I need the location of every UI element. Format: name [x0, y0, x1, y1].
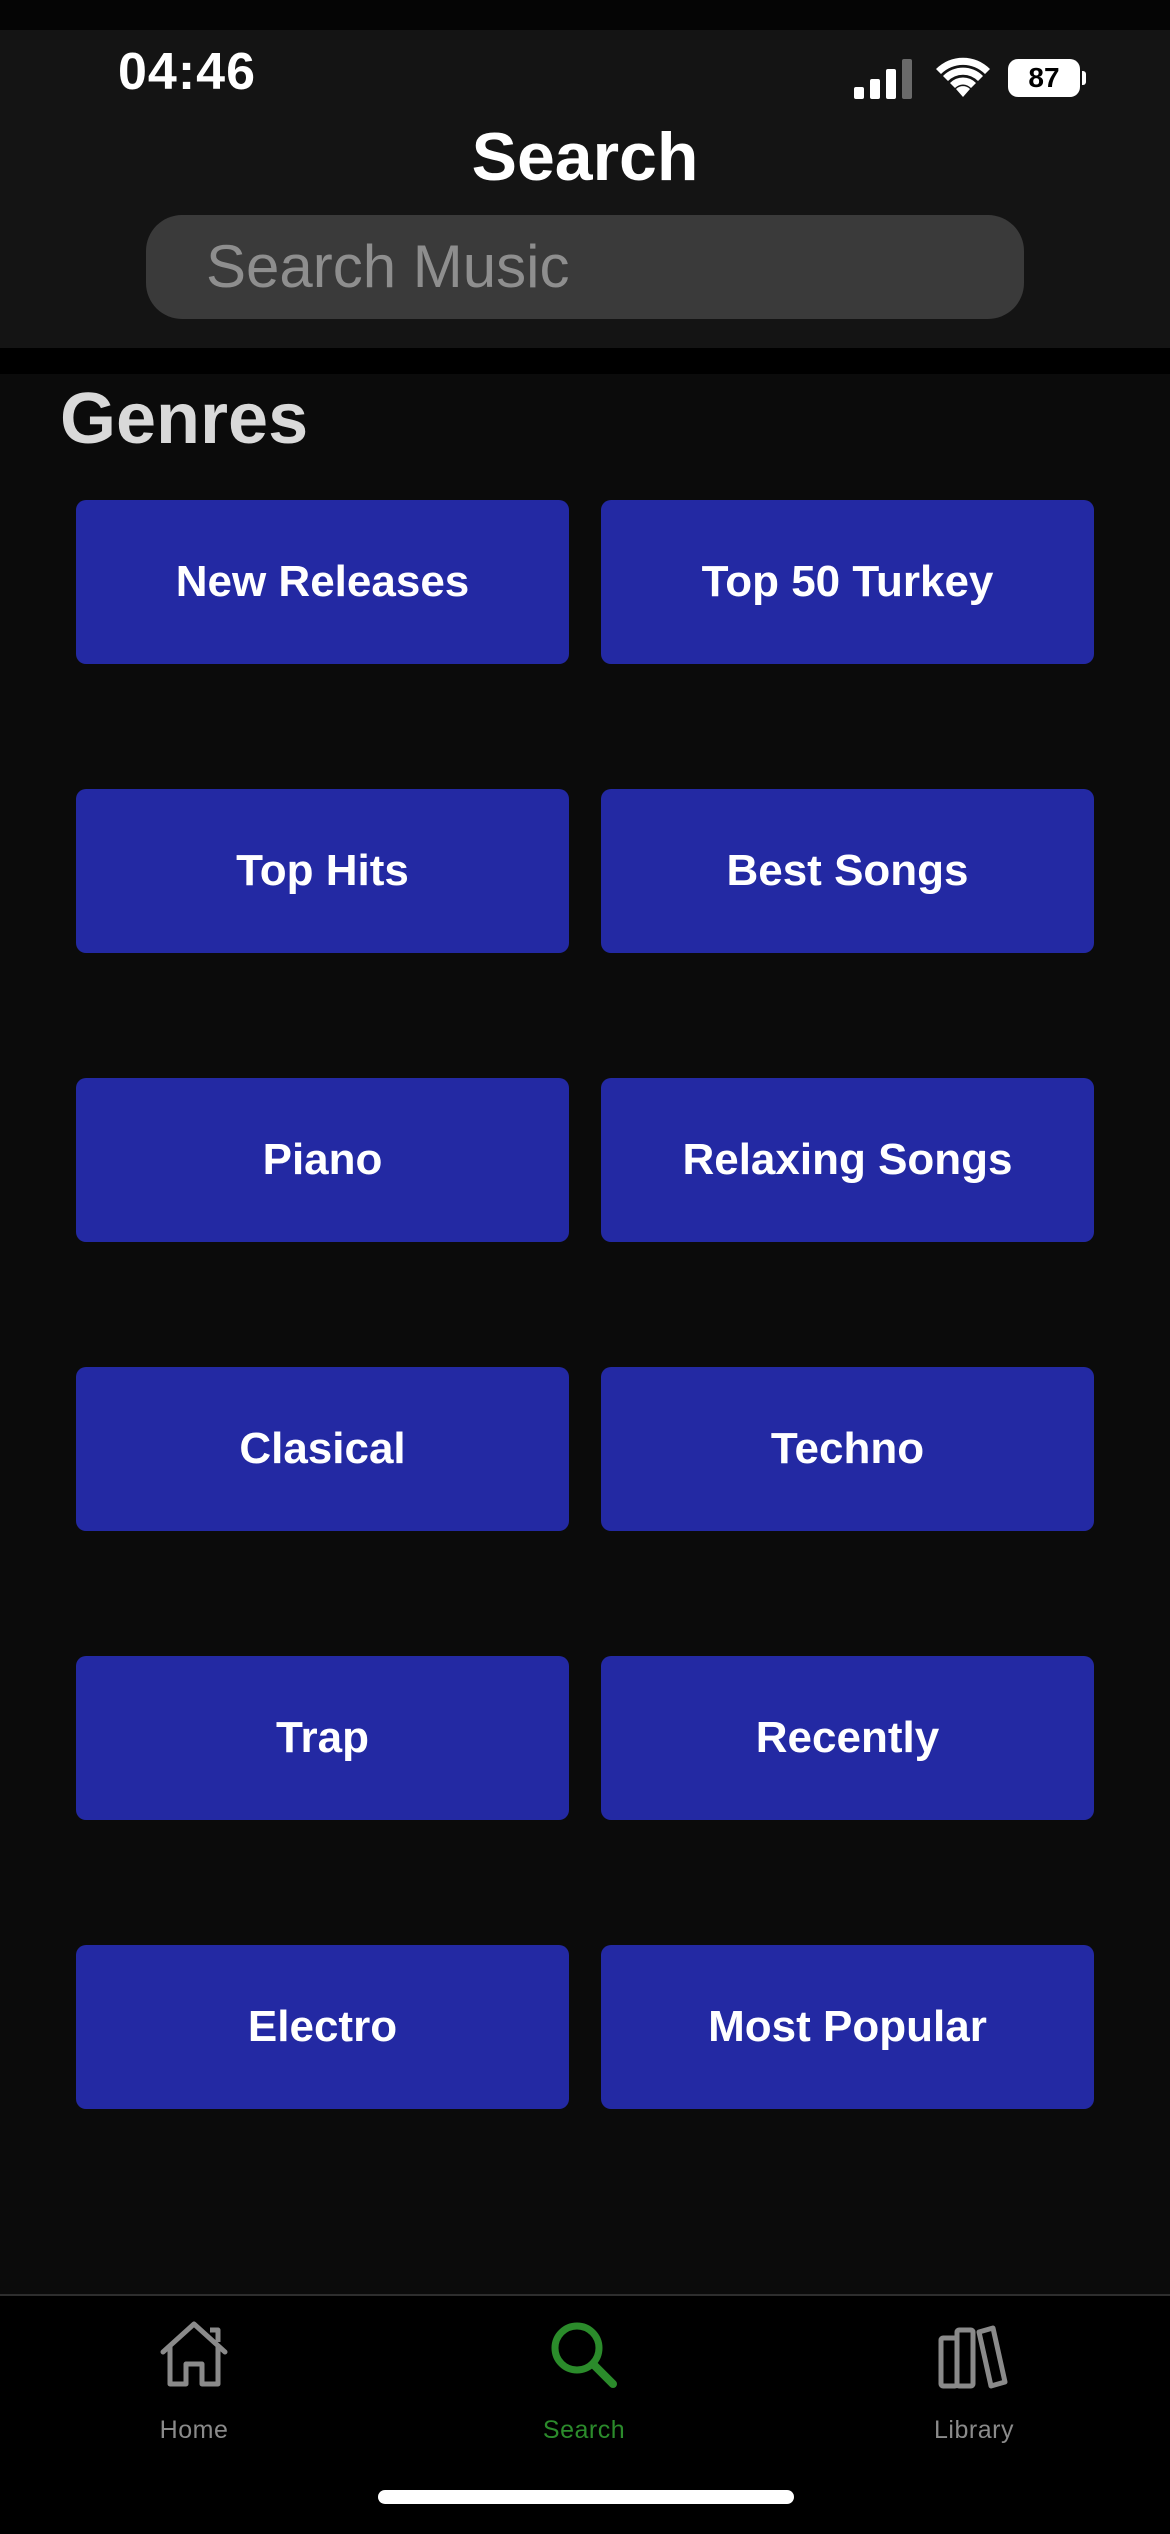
genre-button[interactable]: Recently [601, 1656, 1094, 1820]
tab-label-home: Home [159, 2416, 229, 2444]
tab-label-library: Library [934, 2416, 1014, 2444]
genre-button[interactable]: Top 50 Turkey [601, 500, 1094, 664]
battery-icon: 87 [1008, 59, 1086, 97]
genre-button[interactable]: Most Popular [601, 1945, 1094, 2109]
search-input[interactable]: Search Music [146, 215, 1024, 319]
battery-cap [1082, 71, 1086, 85]
signal-icon [854, 59, 912, 99]
home-indicator[interactable] [378, 2490, 794, 2504]
genre-button[interactable]: Relaxing Songs [601, 1078, 1094, 1242]
genre-button[interactable]: Piano [76, 1078, 569, 1242]
wifi-icon [936, 57, 990, 97]
status-icons: 87 [850, 55, 1090, 101]
genre-button[interactable]: Clasical [76, 1367, 569, 1531]
genre-grid: New Releases Top 50 Turkey Top Hits Best… [76, 500, 1094, 2109]
section-title-genres: Genres [60, 379, 309, 459]
genre-button[interactable]: Electro [76, 1945, 569, 2109]
tab-label-search: Search [542, 2416, 626, 2444]
search-icon [551, 2322, 617, 2388]
battery-level: 87 [1008, 59, 1080, 97]
tab-home[interactable]: Home [94, 2316, 294, 2456]
genre-button[interactable]: Best Songs [601, 789, 1094, 953]
page-title: Search [471, 119, 699, 195]
genre-button[interactable]: Top Hits [76, 789, 569, 953]
top-edge [0, 0, 1170, 30]
header-divider [0, 348, 1170, 374]
library-icon [938, 2325, 1008, 2389]
tab-library[interactable]: Library [874, 2316, 1074, 2456]
genre-button[interactable]: Techno [601, 1367, 1094, 1531]
tab-search[interactable]: Search [484, 2316, 684, 2456]
status-time: 04:46 [118, 43, 256, 101]
home-icon [160, 2321, 228, 2387]
genre-button[interactable]: Trap [76, 1656, 569, 1820]
genre-button[interactable]: New Releases [76, 500, 569, 664]
